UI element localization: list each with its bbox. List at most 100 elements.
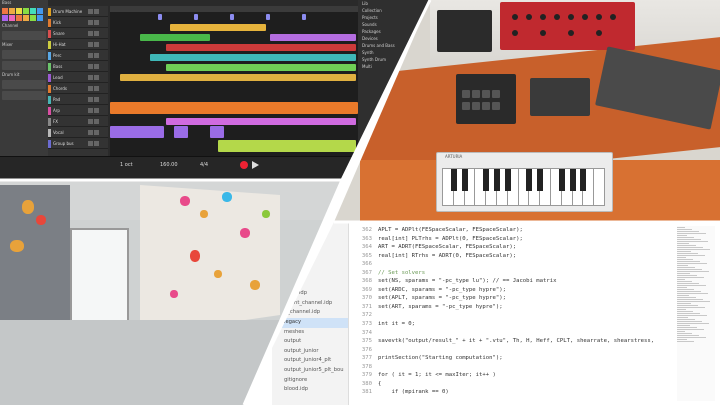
climbing-hold <box>22 200 34 214</box>
track-header[interactable]: Perc <box>48 51 108 61</box>
code-line[interactable]: set(ART, sparams = "-pc_type hypre"); <box>378 303 702 312</box>
folder-item[interactable]: output_junior4_plt <box>272 356 348 366</box>
minimap-line <box>677 257 686 258</box>
track-header[interactable]: Lead <box>48 73 108 83</box>
code-line[interactable] <box>378 363 702 372</box>
clip[interactable] <box>166 64 356 71</box>
arrangement-view[interactable] <box>110 6 358 156</box>
channel-row[interactable] <box>2 31 46 40</box>
clip[interactable] <box>110 126 164 138</box>
folder-item[interactable]: output <box>272 337 348 347</box>
clip[interactable] <box>218 140 356 152</box>
code-line[interactable]: int it = 0; <box>378 320 702 329</box>
minimap-line <box>677 305 698 306</box>
folder-item[interactable]: output_junior <box>272 347 348 357</box>
folder-item[interactable]: output_junior5_plt_bou <box>272 366 348 376</box>
file-item[interactable]: blood.idp <box>272 385 348 395</box>
mixer-row[interactable] <box>2 61 46 70</box>
track-header[interactable]: Arp <box>48 106 108 116</box>
clip[interactable] <box>302 14 306 20</box>
minimap-line <box>677 287 687 288</box>
line-number: 380 <box>361 380 372 387</box>
daw-left-label: Drum kit <box>2 72 20 77</box>
code-line[interactable]: set(NS, sparams = "-pc_type lu"); // == … <box>378 277 702 286</box>
drum-machine <box>456 74 516 124</box>
mixer-row[interactable] <box>2 50 46 59</box>
minimap-line <box>677 273 690 274</box>
line-number: 374 <box>361 329 372 336</box>
clip[interactable] <box>150 54 356 61</box>
drumkit-row[interactable] <box>2 80 46 89</box>
clip[interactable] <box>230 14 234 20</box>
code-line[interactable]: // Set solvers <box>378 269 702 278</box>
minimap-line <box>677 285 706 286</box>
clip[interactable] <box>270 34 356 41</box>
clip[interactable] <box>166 44 356 51</box>
drumkit-row[interactable] <box>2 91 46 100</box>
track-header[interactable]: Bass <box>48 62 108 72</box>
minimap-line <box>677 243 689 244</box>
track-header[interactable]: Chords <box>48 84 108 94</box>
code-line[interactable]: for ( it = 1; it <= maxIter; it++ ) <box>378 371 702 380</box>
clip[interactable] <box>166 118 356 125</box>
track-header[interactable]: Kick <box>48 18 108 28</box>
code-line[interactable] <box>378 346 702 355</box>
window <box>70 228 129 322</box>
code-line[interactable]: ART = ADRT(FESpaceScalar, FESpaceScalar)… <box>378 243 702 252</box>
track-header[interactable]: Group bus <box>48 139 108 149</box>
minimap-line <box>677 229 692 230</box>
record-button[interactable] <box>240 161 248 169</box>
clip[interactable] <box>140 34 210 41</box>
code-line[interactable] <box>378 260 702 269</box>
tempo-readout[interactable]: 160.00 <box>160 162 178 168</box>
daw-left-label: Mixer <box>2 42 13 47</box>
line-number: 376 <box>361 346 372 353</box>
line-number: 363 <box>361 235 372 242</box>
code-area[interactable]: APLT = ADPlt(FESpaceScalar, FESpaceScala… <box>378 226 702 397</box>
file-item[interactable]: gitignore <box>272 376 348 386</box>
track-header[interactable]: Vocal <box>48 128 108 138</box>
code-line[interactable]: { <box>378 380 702 389</box>
track-header[interactable]: Drum Machine <box>48 7 108 17</box>
pad-grid[interactable] <box>0 6 48 23</box>
climbing-hold <box>36 215 46 225</box>
clip[interactable] <box>210 126 224 138</box>
code-line[interactable]: real[int] RTrhs = ADRT(0, FESpaceScalar)… <box>378 252 702 261</box>
minimap[interactable] <box>677 226 715 401</box>
clip[interactable] <box>110 102 358 114</box>
line-number: 365 <box>361 252 372 259</box>
minimap-line <box>677 307 705 308</box>
minimap-line <box>677 255 705 256</box>
clip[interactable] <box>194 14 198 20</box>
track-header[interactable]: Snare <box>48 29 108 39</box>
climbing-hold <box>222 192 232 202</box>
clip[interactable] <box>120 74 356 81</box>
track-header[interactable]: Pad <box>48 95 108 105</box>
minimap-line <box>677 311 693 312</box>
minimap-line <box>677 297 696 298</box>
clip[interactable] <box>158 14 162 20</box>
timeline-ruler[interactable] <box>110 6 358 12</box>
code-line[interactable]: printSection("Starting computation"); <box>378 354 702 363</box>
code-line[interactable]: if (mpirank == 0) <box>378 388 702 397</box>
play-icon[interactable] <box>252 161 259 169</box>
clip[interactable] <box>266 14 270 20</box>
track-header[interactable]: Hi-Hat <box>48 40 108 50</box>
code-line[interactable]: savevtk("output/result_" + it + ".vtu", … <box>378 337 702 346</box>
code-line[interactable]: real[int] PLTrhs = ADPlt(0, FESpaceScala… <box>378 235 702 244</box>
folder-item[interactable]: meshes <box>272 328 348 338</box>
folder-item-selected[interactable]: legacy <box>272 317 348 328</box>
code-line[interactable]: set(ARDC, sparams = "-pc_type hypre"); <box>378 286 702 295</box>
code-line[interactable]: APLT = ADPlt(FESpaceScalar, FESpaceScala… <box>378 226 702 235</box>
code-line[interactable]: set(APLT, sparams = "-pc_type hypre"); <box>378 294 702 303</box>
line-number: 364 <box>361 244 372 251</box>
clip[interactable] <box>174 126 188 138</box>
clip[interactable] <box>170 24 266 31</box>
minimap-line <box>677 303 691 304</box>
code-line[interactable] <box>378 329 702 338</box>
time-signature[interactable]: 4/4 <box>200 162 208 168</box>
climbing-hold <box>214 270 222 278</box>
code-line[interactable] <box>378 311 702 320</box>
minimap-line <box>677 251 691 252</box>
track-header[interactable]: FX <box>48 117 108 127</box>
